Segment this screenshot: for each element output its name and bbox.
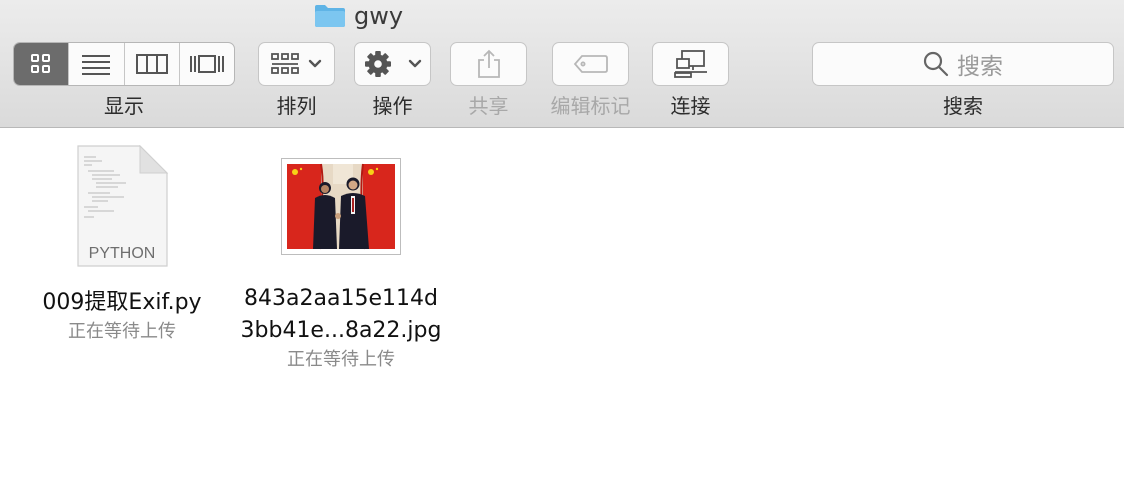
connect-server-icon [673, 50, 707, 78]
coverflow-view-button[interactable] [180, 43, 234, 85]
share-button[interactable] [450, 42, 527, 86]
arrange-button[interactable] [258, 42, 335, 86]
folder-icon [315, 5, 345, 27]
icon-view-button[interactable] [14, 43, 70, 85]
view-mode-control [13, 42, 235, 86]
share-icon [477, 49, 500, 78]
file-status: 正在等待上传 [68, 321, 176, 342]
column-view-button[interactable] [125, 43, 180, 85]
action-label: 操作 [372, 94, 413, 118]
search-placeholder: 搜索 [957, 54, 1003, 80]
file-status: 正在等待上传 [287, 349, 395, 370]
column-view-icon [135, 54, 168, 74]
list-view-icon [82, 55, 111, 75]
list-view-button[interactable] [69, 43, 125, 85]
connect-label: 连接 [670, 94, 711, 118]
edit-tags-button[interactable] [552, 42, 629, 86]
photo-thumbnail [281, 158, 401, 255]
file-name: 009提取Exif.py [42, 290, 202, 315]
arrange-icon [270, 53, 321, 74]
icon-view-icon [31, 54, 51, 73]
window-title-text: gwy [354, 2, 404, 30]
file-item-python[interactable]: PYTHON 009提取Exif.py 正在等待上传 [20, 145, 224, 345]
tag-icon [573, 55, 608, 73]
toolbar: gwy 显示 排列 操作 共享 编辑标记 连接 搜索 搜索 [0, 0, 1124, 128]
arrange-label: 排列 [276, 94, 317, 118]
connect-button[interactable] [652, 42, 729, 86]
file-name-line2: 3bb41e...8a22.jpg [240, 318, 442, 343]
gear-icon [364, 51, 421, 77]
file-item-jpg[interactable]: 843a2aa15e114d 3bb41e...8a22.jpg 正在等待上传 [230, 158, 452, 373]
python-file-icon-label: PYTHON [89, 245, 156, 262]
view-label: 显示 [104, 94, 144, 118]
search-icon [923, 51, 949, 77]
action-button[interactable] [354, 42, 431, 86]
edit-tags-label: 编辑标记 [550, 94, 631, 118]
search-label: 搜索 [943, 94, 983, 118]
file-name-line1: 843a2aa15e114d [244, 286, 438, 311]
coverflow-view-icon [189, 55, 224, 73]
python-file-icon: PYTHON [77, 145, 169, 267]
share-label: 共享 [468, 94, 509, 118]
search-field[interactable]: 搜索 [812, 42, 1114, 86]
window-title: gwy [314, 0, 403, 32]
